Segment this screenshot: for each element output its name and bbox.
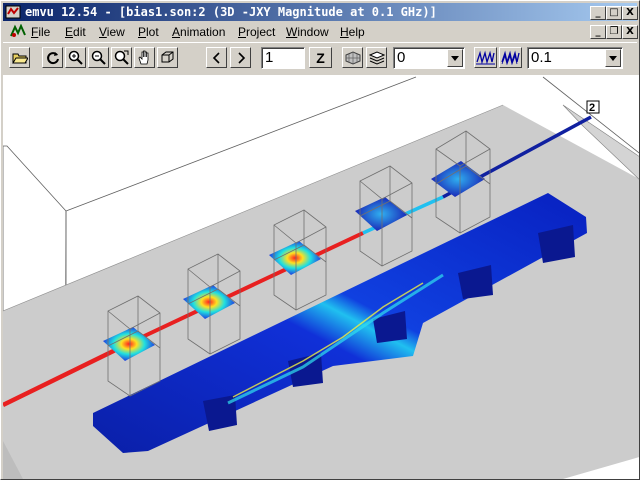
frame-select-value: 0 — [397, 49, 406, 66]
frame-select-arrow[interactable] — [447, 49, 463, 67]
port-2-label: 2 — [589, 102, 595, 114]
chevron-down-icon — [609, 55, 617, 61]
mesh-button[interactable] — [342, 47, 363, 68]
refresh-icon — [46, 51, 59, 64]
menu-window[interactable]: Window — [286, 24, 329, 40]
frequency-select-value: 0.1 — [531, 49, 552, 66]
close-button[interactable]: X — [622, 6, 638, 20]
z-button[interactable]: Z — [309, 47, 332, 68]
hand-icon — [138, 50, 149, 65]
waveform-icon — [501, 50, 520, 65]
mdi-minimize-button[interactable]: _ — [590, 25, 606, 39]
toolbar: 1 Z 0 0.1 — [3, 42, 637, 76]
mdi-close-button[interactable]: X — [622, 25, 638, 39]
maximize-button[interactable]: □ — [606, 6, 622, 20]
menu-project[interactable]: Project — [238, 24, 275, 40]
zoom-fit-icon — [114, 50, 129, 65]
next-button[interactable] — [230, 47, 251, 68]
layers-button[interactable] — [366, 47, 387, 68]
layers-icon — [368, 50, 385, 65]
minimize-button[interactable]: _ — [590, 6, 606, 20]
mesh-icon — [345, 50, 360, 65]
menu-animation[interactable]: Animation — [172, 24, 225, 40]
menu-file[interactable]: File — [31, 24, 50, 40]
refresh-button[interactable] — [42, 47, 63, 68]
frequency-select-arrow[interactable] — [605, 49, 621, 67]
emvu-app-icon — [5, 5, 21, 19]
3d-current-view[interactable]: 2 — [3, 75, 639, 479]
plot-type-button[interactable] — [474, 47, 497, 68]
plot-type-alt-button[interactable] — [499, 47, 522, 68]
level-input[interactable]: 1 — [261, 47, 305, 69]
menu-bar: File Edit View Plot Animation Project Wi… — [3, 22, 638, 41]
mdi-restore-button[interactable]: ❐ — [606, 25, 622, 39]
menu-edit[interactable]: Edit — [65, 24, 86, 40]
frequency-select[interactable]: 0.1 — [527, 47, 623, 69]
application-window: emvu 12.54 - [bias1.son:2 (3D -JXY Magni… — [0, 0, 640, 480]
chevron-left-icon — [212, 51, 220, 64]
open-button[interactable] — [9, 47, 30, 68]
menu-help[interactable]: Help — [340, 24, 365, 40]
zoom-out-icon — [91, 50, 106, 65]
window-title: emvu 12.54 - [bias1.son:2 (3D -JXY Magni… — [25, 5, 437, 19]
zoom-out-button[interactable] — [88, 47, 109, 68]
previous-button[interactable] — [206, 47, 227, 68]
menu-plot[interactable]: Plot — [138, 24, 159, 40]
cube-icon — [161, 51, 174, 63]
3d-view-button[interactable] — [157, 47, 178, 68]
zoom-in-button[interactable] — [65, 47, 86, 68]
title-bar[interactable]: emvu 12.54 - [bias1.son:2 (3D -JXY Magni… — [3, 3, 638, 21]
zoom-in-icon — [68, 50, 83, 65]
current-density-plot: 2 — [3, 75, 639, 479]
chevron-right-icon — [237, 51, 245, 64]
menu-view[interactable]: View — [99, 24, 125, 40]
zoom-fit-button[interactable] — [111, 47, 132, 68]
pan-button[interactable] — [134, 47, 155, 68]
chevron-down-icon — [451, 55, 459, 61]
frame-select[interactable]: 0 — [393, 47, 465, 69]
waveform-icon — [476, 50, 495, 65]
open-folder-icon — [11, 53, 28, 63]
document-icon[interactable] — [9, 24, 27, 39]
